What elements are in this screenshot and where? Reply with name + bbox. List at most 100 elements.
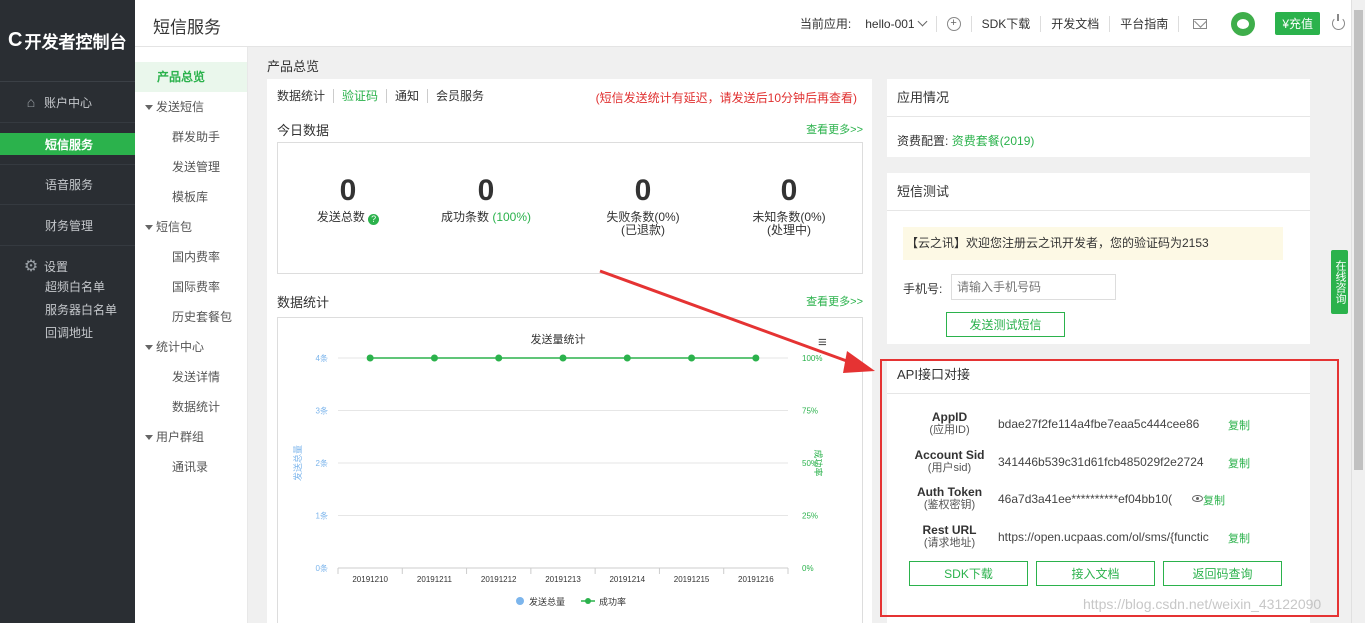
subnav-item[interactable]: 通讯录 — [135, 452, 247, 482]
secondary-nav: 产品总览 发送短信 群发助手 发送管理 模板库 短信包 国内费率 国际费率 历史… — [135, 47, 248, 623]
tab-verify-code[interactable]: 验证码 — [342, 89, 388, 103]
sidebar-item-label: 语音服务 — [45, 178, 94, 192]
overview-tabs: 数据统计 验证码 通知 会员服务 — [277, 89, 500, 103]
subnav-item[interactable]: 数据统计 — [135, 392, 247, 422]
app-logo[interactable]: C 开发者控制台 — [0, 0, 135, 82]
divider — [1178, 15, 1180, 32]
y-right-tick-label: 75% — [802, 407, 818, 416]
subnav-group-send[interactable]: 发送短信 — [135, 92, 247, 122]
dev-docs-link[interactable]: 开发文档 — [1051, 15, 1099, 32]
stat-total: 0 发送总数 ? — [288, 174, 408, 225]
stat-unknown: 0 未知条数(0%) (处理中) — [729, 174, 849, 237]
config-value-link[interactable]: 资费套餐(2019) — [952, 134, 1035, 148]
chevron-down-icon — [917, 16, 928, 26]
page-title: 短信服务 — [153, 18, 221, 37]
y-left-tick-label: 2条 — [316, 458, 328, 468]
home-icon: ⌂ — [26, 94, 36, 110]
platform-guide-link[interactable]: 平台指南 — [1120, 15, 1168, 32]
legend-marker-rate — [585, 598, 591, 604]
y-left-tick-label: 3条 — [316, 406, 328, 416]
point-success-rate — [495, 354, 503, 362]
stat-sublabel: (已退款) — [621, 223, 665, 237]
subnav-item[interactable]: 历史套餐包 — [135, 302, 247, 332]
overview-panel: 数据统计 验证码 通知 会员服务 (短信发送统计有延迟，请发送后10分钟后再查看… — [267, 79, 872, 623]
sidebar-item-account[interactable]: ⌂ 账户中心 — [0, 82, 135, 123]
sidebar-item-voice[interactable]: 语音服务 — [0, 164, 135, 205]
scrollbar-thumb[interactable] — [1354, 10, 1363, 470]
sidebar-settings: ⚙ 设置 超频白名单 服务器白名单 回调地址 — [0, 246, 135, 345]
x-tick-label: 20191211 — [417, 575, 453, 584]
recharge-button[interactable]: ¥充值 — [1275, 12, 1320, 35]
mail-icon[interactable] — [1193, 18, 1208, 29]
today-more-link[interactable]: 查看更多>> — [806, 121, 863, 137]
gear-icon: ⚙ — [23, 258, 39, 275]
tab-member-service[interactable]: 会员服务 — [436, 89, 492, 103]
logout-icon[interactable] — [1332, 14, 1345, 30]
subnav-group-users[interactable]: 用户群组 — [135, 422, 247, 452]
point-success-rate — [623, 354, 631, 362]
stat-label-text: 发送总数 — [316, 210, 365, 224]
online-consult-tab[interactable]: 在线咨询 — [1331, 250, 1348, 314]
breadcrumb: 产品总览 — [267, 59, 320, 74]
subnav-item[interactable]: 国内费率 — [135, 242, 247, 272]
settings-sub-callback-url[interactable]: 回调地址 — [0, 322, 135, 345]
y-right-tick-label: 25% — [802, 512, 818, 521]
add-app-icon[interactable]: + — [946, 16, 961, 31]
stat-value: 0 — [634, 174, 652, 207]
send-volume-chart: 发送量统计 ≡ 0条 0% 1条 25% 2条 50% 3条 75% 4条 100% 发送总量 成功率 20… — [277, 317, 863, 623]
config-label: 资费配置: — [897, 134, 949, 148]
stat-failed: 0 失败条数(0%) (已退款) — [583, 174, 703, 237]
point-success-rate — [688, 354, 696, 362]
avatar[interactable] — [1231, 11, 1256, 36]
phone-label: 手机号: — [903, 282, 943, 296]
subnav-group-stats[interactable]: 统计中心 — [135, 332, 247, 362]
stats-more-link[interactable]: 查看更多>> — [806, 293, 863, 309]
subnav-group-label: 用户群组 — [156, 430, 205, 444]
legend-label-volume: 发送总量 — [529, 596, 565, 607]
current-app-label: 当前应用: — [799, 17, 852, 31]
stats-title: 数据统计 — [277, 295, 330, 310]
stat-value: 0 — [339, 174, 357, 207]
send-test-sms-button[interactable]: 发送测试短信 — [946, 312, 1065, 337]
subnav-item[interactable]: 模板库 — [135, 182, 247, 212]
sidebar-item-settings[interactable]: ⚙ 设置 — [0, 256, 135, 276]
stat-success: 0 成功条数 (100%) — [426, 174, 546, 224]
subnav-item[interactable]: 群发助手 — [135, 122, 247, 152]
sms-test-card: 短信测试 【云之讯】欢迎您注册云之讯开发者，您的验证码为2153 手机号: 发送… — [887, 173, 1310, 344]
subnav-item-overview[interactable]: 产品总览 — [135, 62, 247, 92]
phone-input[interactable] — [951, 274, 1116, 300]
today-title: 今日数据 — [277, 123, 330, 138]
sms-test-title: 短信测试 — [887, 173, 1310, 211]
subnav-item[interactable]: 发送管理 — [135, 152, 247, 182]
top-bar-actions: 当前应用: hello-001 + SDK下载 开发文档 平台指南 ¥充值 — [790, 0, 1345, 47]
settings-sub-server-whitelist[interactable]: 服务器白名单 — [0, 299, 135, 322]
sidebar-item-label: 设置 — [44, 259, 69, 274]
today-header: 今日数据 查看更多>> — [277, 120, 863, 139]
app-info-title: 应用情况 — [887, 79, 1310, 117]
tab-notification[interactable]: 通知 — [395, 89, 429, 103]
help-icon[interactable]: ? — [368, 214, 380, 225]
subnav-item[interactable]: 国际费率 — [135, 272, 247, 302]
point-success-rate — [559, 354, 567, 362]
stat-value: 0 — [780, 174, 798, 207]
divider — [1040, 15, 1042, 32]
logo-text: 开发者控制台 — [24, 33, 127, 52]
divider — [970, 15, 972, 32]
app-config-row: 资费配置: 资费套餐(2019) — [897, 132, 1034, 149]
chart-svg: 发送量统计 ≡0条 0%1条 25%2条 50%3条 75%4条 100%发送总量 成功率20… — [292, 332, 827, 607]
y-right-axis-title: 成功率 — [813, 449, 824, 476]
current-app-selector[interactable]: hello-001 — [865, 16, 928, 31]
sidebar-item-finance[interactable]: 财务管理 — [0, 205, 135, 246]
sidebar-item-label: 账户中心 — [44, 95, 93, 110]
settings-sub-rate-whitelist[interactable]: 超频白名单 — [0, 276, 135, 299]
subnav-item[interactable]: 发送详情 — [135, 362, 247, 392]
x-tick-label: 20191212 — [481, 575, 517, 584]
scrollbar[interactable] — [1351, 0, 1365, 623]
sidebar-item-sms[interactable]: 短信服务 — [0, 133, 135, 155]
tab-data-stats[interactable]: 数据统计 — [277, 89, 335, 103]
sdk-download-link[interactable]: SDK下载 — [982, 15, 1031, 32]
stat-sublabel: (处理中) — [767, 223, 811, 237]
delay-notice: (短信发送统计有延迟，请发送后10分钟后再查看) — [595, 91, 857, 105]
x-tick-label: 20191214 — [609, 575, 645, 584]
subnav-group-package[interactable]: 短信包 — [135, 212, 247, 242]
